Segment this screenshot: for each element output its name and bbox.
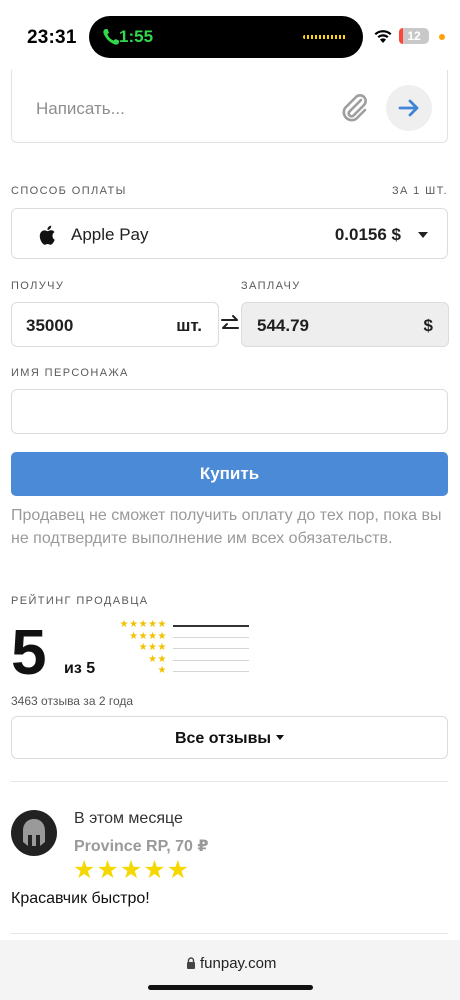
payment-method-select[interactable]: Apple Pay 0.0156 $ — [11, 208, 448, 259]
avatar[interactable] — [11, 810, 57, 856]
apple-icon — [39, 225, 55, 245]
chevron-down-icon — [418, 232, 428, 238]
call-timer: 1:55 — [119, 27, 154, 46]
rating-row-4: ★★★★ — [110, 631, 250, 643]
dynamic-island-call[interactable]: 1:55 — [89, 16, 363, 58]
divider — [11, 781, 448, 782]
rating-score: 5 — [11, 616, 47, 688]
payment-note: Продавец не сможет получить оплату до те… — [11, 507, 442, 547]
battery-icon: 12 — [399, 28, 429, 44]
rating-row-2: ★★ — [110, 654, 250, 666]
divider — [11, 933, 448, 934]
all-reviews-label: Все отзывы — [174, 730, 272, 747]
payment-method-label: СПОСОБ ОПЛАТЫ — [11, 185, 127, 197]
stars-5-icon: ★★★★★ — [119, 619, 167, 630]
rating-row-3: ★★★ — [110, 642, 250, 654]
pay-currency: $ — [423, 316, 433, 335]
helmet-icon — [23, 819, 45, 846]
review-text: Красавчик быстро! — [11, 890, 150, 907]
rating-row-5: ★★★★★ — [110, 619, 250, 631]
home-indicator[interactable] — [148, 985, 313, 990]
rating-row-1: ★ — [110, 665, 250, 677]
quantity-value: 35000 — [26, 316, 74, 335]
stars-1-icon: ★ — [157, 665, 167, 676]
wifi-icon — [374, 30, 392, 43]
rating-distribution: ★★★★★ ★★★★ ★★★ ★★ ★ — [110, 619, 250, 677]
unit-price: 0.0156 $ — [334, 225, 401, 244]
url-text: funpay.com — [200, 955, 277, 972]
pay-amount-field[interactable]: 544.79 $ — [241, 302, 449, 347]
per-unit-label: ЗА 1 ШТ. — [391, 185, 448, 197]
rating-bar-fill — [173, 624, 249, 627]
review-period: В этом месяце — [74, 810, 183, 827]
reviews-count: 3463 отзыва за 2 года — [11, 694, 134, 708]
rating-out-of: из 5 — [64, 660, 96, 677]
pay-label: ЗАПЛАЧУ — [241, 280, 301, 292]
seller-rating-label: РЕЙТИНГ ПРОДАВЦА — [11, 595, 149, 607]
battery-text: 12 — [407, 29, 421, 43]
stars-3-icon: ★★★ — [138, 642, 167, 653]
browser-address-bar[interactable]: funpay.com — [0, 940, 460, 1000]
caret-down-icon — [276, 735, 285, 741]
review-stars-icon: ★★★★★ — [73, 856, 191, 884]
payment-method-name: Apple Pay — [71, 225, 149, 244]
stars-4-icon: ★★★★ — [129, 630, 167, 642]
all-reviews-button[interactable]: Все отзывы — [11, 716, 448, 759]
quantity-unit: шт. — [176, 316, 202, 335]
status-time: 23:31 — [27, 27, 77, 48]
send-button[interactable] — [386, 85, 432, 131]
stars-2-icon: ★★ — [148, 653, 167, 665]
quantity-input[interactable]: 35000 шт. — [11, 302, 219, 347]
paperclip-icon[interactable] — [339, 92, 369, 124]
review-item: Province RP, 70 ₽ — [74, 838, 209, 855]
pay-amount-value: 544.79 — [257, 316, 309, 335]
receive-label: ПОЛУЧУ — [11, 280, 65, 292]
message-placeholder: Написать... — [36, 99, 125, 118]
arrow-right-icon — [398, 99, 419, 117]
lock-icon — [187, 957, 195, 969]
swap-arrows-icon[interactable] — [220, 313, 240, 335]
audio-wave-icon — [303, 35, 347, 39]
character-name-input[interactable] — [11, 389, 448, 434]
privacy-indicator-dot — [439, 34, 445, 40]
status-bar: 23:31 1:55 12 — [0, 0, 460, 72]
buy-button[interactable]: Купить — [11, 452, 448, 496]
character-name-label: ИМЯ ПЕРСОНАЖА — [11, 367, 129, 379]
message-input[interactable]: Написать... — [11, 70, 448, 143]
phone-icon — [103, 29, 119, 45]
